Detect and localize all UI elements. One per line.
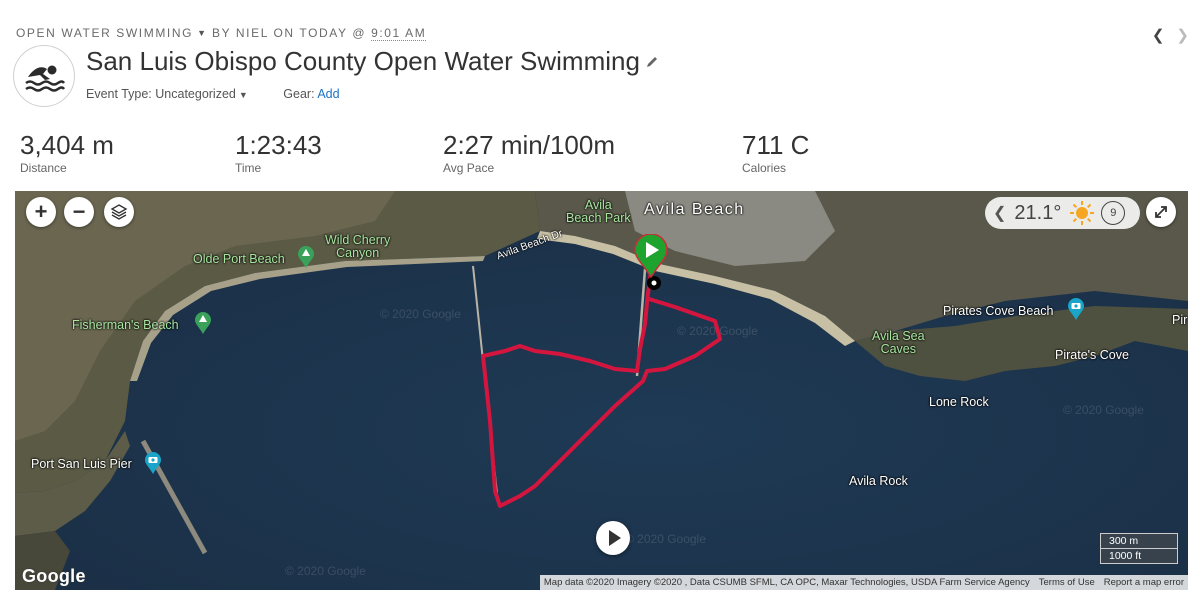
weather-widget[interactable]: ❮ 21.1° 9 (985, 197, 1140, 229)
stat-distance: 3,404 m Distance (20, 130, 114, 175)
zoom-out-button[interactable]: − (64, 197, 94, 227)
stat-label: Calories (742, 161, 787, 175)
park-marker-icon[interactable] (297, 245, 315, 269)
map-attribution: Map data ©2020 Imagery ©2020 , Data CSUM… (543, 577, 1030, 588)
label-avila-sea-caves: Avila Sea Caves (872, 329, 925, 356)
activity-details: Event Type: Uncategorized ▼ Gear: Add (86, 87, 340, 101)
label-port-san-luis-pier: Port San Luis Pier (31, 457, 132, 471)
event-type-selector[interactable]: Event Type: Uncategorized ▼ (86, 87, 248, 101)
stat-value: 711 C (742, 130, 810, 160)
swimming-activity-icon (13, 45, 75, 107)
label-pirates-cove: Pirate's Cove (1055, 348, 1129, 362)
stat-label: Time (235, 161, 262, 175)
label-lone-rock: Lone Rock (929, 395, 989, 409)
activity-time[interactable]: 9:01 AM (371, 26, 427, 41)
play-button[interactable] (596, 521, 630, 555)
activity-title[interactable]: San Luis Obispo County Open Water Swimmi… (86, 46, 640, 77)
map-footer: Map data ©2020 Imagery ©2020 , Data CSUM… (539, 575, 1188, 590)
activity-type-link[interactable]: OPEN WATER SWIMMING (16, 26, 193, 40)
stat-label: Distance (20, 161, 67, 175)
route-map[interactable]: © 2020 Google © 2020 Google © 2020 Googl… (15, 191, 1188, 590)
expand-icon (1155, 206, 1167, 218)
report-map-error-link[interactable]: Report a map error (1104, 577, 1184, 588)
activity-meta-line: OPEN WATER SWIMMING ▼ BY NIEL ON TODAY @ 9… (16, 26, 427, 41)
park-marker-icon[interactable] (194, 311, 212, 335)
stat-value: 3,404 m (20, 130, 114, 160)
chevron-right-icon[interactable]: ❯ (1176, 26, 1189, 44)
play-icon (609, 530, 621, 546)
layers-icon (110, 204, 128, 220)
stat-label: Avg Pace (443, 161, 495, 175)
label-avila-rock: Avila Rock (849, 474, 908, 488)
scale-metric: 300 m (1100, 533, 1178, 549)
map-scale: 300 m 1000 ft (1100, 533, 1178, 564)
label-avila-beach: Avila Beach (644, 201, 745, 218)
caret-down-icon: ▼ (238, 90, 248, 100)
add-gear-link[interactable]: Add (317, 87, 339, 101)
label-wild-cherry-canyon: Wild Cherry Canyon (325, 233, 391, 260)
camera-marker-icon[interactable] (144, 451, 162, 475)
label-avila-beach-park: Avila Beach Park (566, 198, 631, 225)
fullscreen-button[interactable] (1146, 197, 1176, 227)
label-edge-partial: Pir (1172, 313, 1188, 327)
event-type-label: Event Type: Uncategorized (86, 87, 236, 101)
activity-byline: BY NIEL ON TODAY @ (211, 26, 367, 40)
sun-icon (1070, 201, 1095, 225)
activity-navigation: ❮ ❯ (1140, 26, 1189, 44)
scale-imperial: 1000 ft (1100, 549, 1178, 564)
stat-value: 1:23:43 (235, 130, 322, 160)
zoom-in-button[interactable]: + (26, 197, 56, 227)
label-pirates-cove-beach: Pirates Cove Beach (943, 304, 1054, 318)
start-marker-icon[interactable] (633, 234, 669, 278)
stat-calories: 711 C Calories (742, 130, 809, 175)
chevron-left-icon[interactable]: ❮ (1152, 26, 1165, 44)
label-fishermans-beach: Fisherman's Beach (72, 318, 179, 332)
terms-of-use-link[interactable]: Terms of Use (1039, 577, 1095, 588)
weather-temperature: 21.1° (1014, 201, 1062, 224)
stat-value: 2:27 min/100m (443, 130, 615, 160)
chevron-left-icon[interactable]: ❮ (993, 203, 1006, 223)
layers-button[interactable] (104, 197, 134, 227)
wind-speed-icon: 9 (1101, 201, 1126, 225)
camera-marker-icon[interactable] (1067, 297, 1085, 321)
stat-avg-pace: 2:27 min/100m Avg Pace (443, 130, 615, 175)
gear-label: Gear: (283, 87, 315, 101)
stat-time: 1:23:43 Time (235, 130, 322, 175)
edit-pencil-icon[interactable] (645, 55, 659, 69)
google-logo[interactable]: Google (22, 566, 86, 587)
activity-type-caret-icon[interactable]: ▼ (197, 28, 206, 38)
label-olde-port-beach: Olde Port Beach (193, 252, 285, 266)
